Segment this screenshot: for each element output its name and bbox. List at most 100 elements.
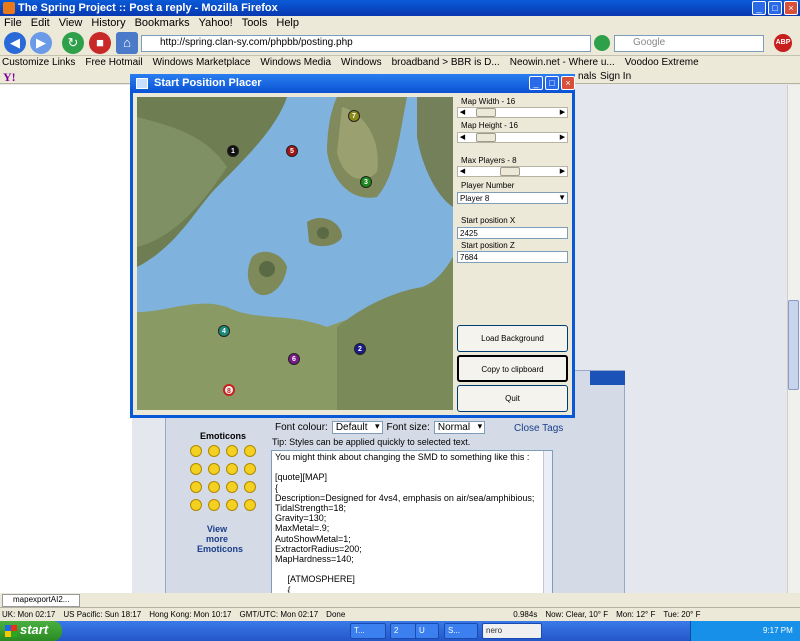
emoticon-icon[interactable]: [244, 445, 256, 457]
stop-icon[interactable]: ■: [89, 32, 111, 54]
bookmark-item[interactable]: Customize Links: [2, 56, 75, 70]
dialog-close-button[interactable]: ×: [561, 76, 575, 90]
font-colour-select[interactable]: Default: [331, 421, 383, 434]
dropdown-arrow-icon[interactable]: ▼: [558, 193, 566, 202]
start-marker-1[interactable]: 1: [227, 145, 239, 157]
emoticon-icon[interactable]: [208, 463, 220, 475]
menu-tools[interactable]: Tools: [242, 16, 268, 30]
adblock-icon[interactable]: ABP: [774, 34, 792, 52]
go-icon[interactable]: [594, 35, 610, 51]
quit-button[interactable]: Quit: [457, 385, 568, 412]
emoticons-title: Emoticons: [200, 431, 247, 441]
map-preview[interactable]: 7 1 5 3 4 2 6 8: [137, 97, 453, 410]
emoticon-icon[interactable]: [208, 481, 220, 493]
start-marker-7[interactable]: 7: [348, 110, 360, 122]
slider-right-arrow-icon[interactable]: ▶: [558, 108, 567, 117]
emoticon-icon[interactable]: [244, 499, 256, 511]
bookmark-item[interactable]: Free Hotmail: [85, 56, 142, 70]
close-button[interactable]: ×: [784, 1, 798, 15]
map-height-label: Map Height - 16: [461, 121, 518, 130]
bookmark-item[interactable]: broadband > BBR is D...: [392, 56, 500, 70]
emoticon-icon[interactable]: [190, 499, 202, 511]
slider-thumb[interactable]: [476, 108, 496, 117]
slider-left-arrow-icon[interactable]: ◀: [458, 108, 467, 117]
weather-tue: Tue: 20° F: [663, 610, 701, 619]
home-icon[interactable]: ⌂: [116, 32, 138, 54]
start-marker-2[interactable]: 2: [354, 343, 366, 355]
tab-bar: mapexportAI2...: [0, 593, 800, 607]
max-players-slider[interactable]: ◀ ▶: [457, 166, 568, 177]
slider-left-arrow-icon[interactable]: ◀: [458, 133, 467, 142]
menu-edit[interactable]: Edit: [31, 16, 50, 30]
textarea-scrollbar[interactable]: [543, 451, 552, 599]
emoticon-icon[interactable]: [226, 463, 238, 475]
tab-mapexport[interactable]: mapexportAI2...: [2, 594, 80, 607]
menu-history[interactable]: History: [91, 16, 125, 30]
map-height-slider[interactable]: ◀ ▶: [457, 132, 568, 143]
emoticon-icon[interactable]: [190, 463, 202, 475]
taskbar-item[interactable]: S...: [444, 623, 478, 639]
emoticon-icon[interactable]: [208, 445, 220, 457]
message-textarea[interactable]: You might think about changing the SMD t…: [271, 450, 553, 600]
slider-thumb[interactable]: [476, 133, 496, 142]
emoticon-icon[interactable]: [244, 463, 256, 475]
back-icon[interactable]: ◀: [4, 32, 26, 54]
maximize-button[interactable]: □: [768, 1, 782, 15]
reload-icon[interactable]: ↻: [62, 32, 84, 54]
dialog-titlebar: Start Position Placer: [130, 74, 575, 93]
emoticon-icon[interactable]: [226, 481, 238, 493]
start-marker-6[interactable]: 6: [288, 353, 300, 365]
clock-us-pacific: US Pacific: Sun 18:17: [63, 610, 142, 619]
yahoo-sign-in[interactable]: Sign In: [600, 71, 631, 82]
menu-yahoo[interactable]: Yahoo!: [199, 16, 233, 30]
minimize-button[interactable]: _: [752, 1, 766, 15]
start-marker-4[interactable]: 4: [218, 325, 230, 337]
dialog-maximize-button[interactable]: □: [545, 76, 559, 90]
start-button[interactable]: start: [0, 621, 62, 641]
menu-bookmarks[interactable]: Bookmarks: [135, 16, 190, 30]
emoticon-icon[interactable]: [190, 445, 202, 457]
emoticon-icon[interactable]: [226, 445, 238, 457]
slider-right-arrow-icon[interactable]: ▶: [558, 167, 567, 176]
emoticon-icon[interactable]: [226, 499, 238, 511]
bookmark-item[interactable]: Neowin.net - Where u...: [510, 56, 615, 70]
font-size-select[interactable]: Normal: [433, 421, 486, 434]
menu-view[interactable]: View: [59, 16, 83, 30]
dialog-minimize-button[interactable]: _: [529, 76, 543, 90]
bookmark-item[interactable]: Windows Media: [260, 56, 331, 70]
taskbar-item[interactable]: T...: [350, 623, 386, 639]
search-input[interactable]: Google: [614, 35, 764, 52]
forward-icon[interactable]: ▶: [30, 32, 52, 54]
load-background-button[interactable]: Load Background: [457, 325, 568, 352]
font-options-row: Font colour: Default Font size: Normal: [275, 421, 486, 434]
emoticon-icon[interactable]: [208, 499, 220, 511]
emoticon-icon[interactable]: [244, 481, 256, 493]
start-marker-3[interactable]: 3: [360, 176, 372, 188]
taskbar-item[interactable]: U: [415, 623, 439, 639]
start-marker-5[interactable]: 5: [286, 145, 298, 157]
menu-file[interactable]: File: [4, 16, 22, 30]
start-z-input[interactable]: 7684: [457, 251, 568, 263]
page-scrollbar-thumb[interactable]: [788, 300, 799, 390]
start-marker-8[interactable]: 8: [223, 384, 235, 396]
yahoo-logo-icon[interactable]: Y!: [3, 70, 16, 85]
url-bar[interactable]: http://spring.clan-sy.com/phpbb/posting.…: [141, 35, 591, 52]
slider-left-arrow-icon[interactable]: ◀: [458, 167, 467, 176]
bookmark-item[interactable]: Windows Marketplace: [153, 56, 251, 70]
slider-thumb[interactable]: [500, 167, 520, 176]
bookmark-item[interactable]: Windows: [341, 56, 382, 70]
copy-to-clipboard-button[interactable]: Copy to clipboard: [457, 355, 568, 382]
slider-right-arrow-icon[interactable]: ▶: [558, 133, 567, 142]
bookmark-item[interactable]: Voodoo Extreme: [625, 56, 699, 70]
clock-gmt: GMT/UTC: Mon 02:17: [239, 610, 319, 619]
load-time: 0.984s: [513, 610, 538, 619]
view-more-emoticons-link[interactable]: View more Emoticons: [197, 524, 243, 554]
close-tags-link[interactable]: Close Tags: [514, 423, 563, 434]
map-width-slider[interactable]: ◀ ▶: [457, 107, 568, 118]
menu-help[interactable]: Help: [276, 16, 299, 30]
player-number-label: Player Number: [461, 181, 515, 190]
emoticon-icon[interactable]: [190, 481, 202, 493]
player-number-select[interactable]: Player 8 ▼: [457, 192, 568, 204]
nero-search-box[interactable]: nero: [482, 623, 542, 639]
start-x-input[interactable]: 2425: [457, 227, 568, 239]
